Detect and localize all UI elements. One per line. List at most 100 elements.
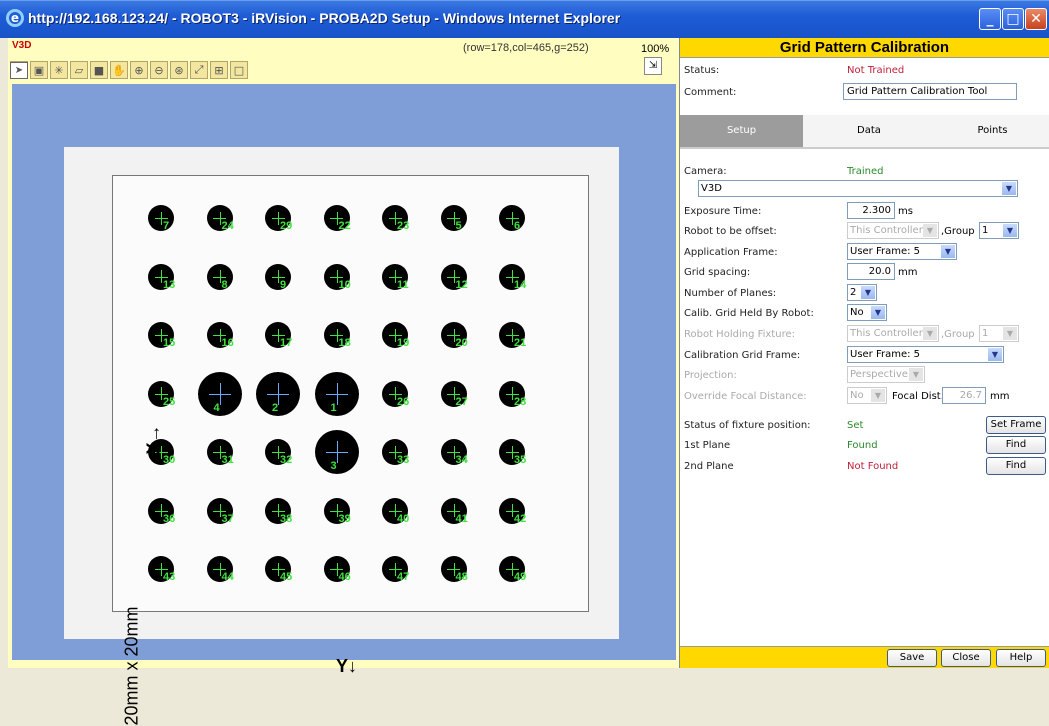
find-plane1-button[interactable]: Find	[986, 436, 1046, 454]
chevron-down-icon: ▼	[871, 389, 885, 402]
camera-select[interactable]: V3D ▼	[698, 180, 1018, 197]
exposure-label: Exposure Time:	[684, 206, 762, 217]
calibration-dot	[148, 205, 174, 231]
dot-number: 25	[163, 395, 176, 408]
dot-number: 34	[455, 454, 468, 466]
dot-number: 10	[338, 278, 351, 291]
tab-data[interactable]: Data	[803, 115, 935, 147]
zoom-region-icon[interactable]: ⊛	[170, 61, 188, 79]
projection-label: Projection:	[684, 370, 737, 381]
dot-number: 40	[397, 512, 410, 525]
y-axis-label: Y↓	[336, 656, 358, 676]
blank-icon[interactable]: □	[230, 61, 248, 79]
dot-number: 5	[455, 220, 462, 232]
planes-select[interactable]: 2 ▼	[847, 284, 877, 301]
cursor-coordinates: (row=178,col=465,g=252)	[463, 42, 589, 54]
robot-offset-select[interactable]: This Controller ▼	[847, 222, 939, 239]
fixture-status-label: Status of fixture position:	[684, 420, 811, 431]
fit-icon[interactable]: ⤢	[190, 61, 208, 79]
dot-number: 29	[280, 220, 293, 232]
crosshair-icon	[499, 205, 525, 231]
dot-number: 21	[514, 337, 527, 349]
close-window-button[interactable]: ✕	[1025, 8, 1047, 30]
flash-icon[interactable]: ✳	[50, 61, 68, 79]
dot-number: 24	[221, 220, 234, 232]
dot-number: 31	[221, 454, 234, 466]
zoom-level: 100%	[641, 43, 670, 55]
held-by-robot-select[interactable]: No ▼	[847, 304, 887, 321]
tab-bar: Setup Data Points	[680, 115, 1049, 149]
crosshair-icon	[265, 264, 291, 290]
pan-hand-icon[interactable]: ✋	[110, 61, 128, 79]
save-icon[interactable]: ■	[90, 61, 108, 79]
dot-number: 6	[514, 220, 521, 232]
minimize-button[interactable]: _	[979, 8, 1001, 30]
group-select[interactable]: 1 ▼	[979, 222, 1019, 239]
camera-image-area[interactable]: 7 24 29 22 23 5 6 13 8 9 10 11 12 14 15 16 17 18 19 20 21 25 4…	[12, 84, 676, 726]
chevron-down-icon: ▼	[923, 224, 937, 237]
dot-number: 37	[221, 512, 234, 525]
plane2-status: Not Found	[847, 461, 899, 472]
dot-number: 20	[455, 337, 468, 349]
chevron-down-icon: ▼	[909, 368, 923, 381]
zoom-in-icon[interactable]: ⊕	[130, 61, 148, 79]
calibration-dot	[265, 263, 291, 290]
projection-select[interactable]: Perspective ▼	[847, 366, 925, 383]
dot-number: 28	[514, 395, 527, 408]
set-frame-button[interactable]: Set Frame	[986, 416, 1046, 434]
focal-dist-field[interactable]: 26.7	[942, 387, 986, 404]
pointer-icon[interactable]: ➤	[10, 61, 28, 79]
dot-number: 22	[338, 220, 351, 232]
live-icon[interactable]: ▣	[30, 61, 48, 79]
tab-points[interactable]: Points	[935, 115, 1049, 147]
exposure-field[interactable]: 2.300	[847, 202, 895, 219]
calibration-dot	[206, 263, 233, 290]
override-focal-label: Override Focal Distance:	[684, 391, 807, 402]
chevron-down-icon: ▼	[861, 286, 875, 299]
dot-number: 41	[455, 512, 468, 525]
plane2-label: 2nd Plane	[684, 461, 734, 472]
open-folder-icon[interactable]: ▱	[70, 61, 88, 79]
dot-number: 17	[280, 337, 293, 349]
dot-number: 11	[397, 278, 409, 291]
find-plane2-button[interactable]: Find	[986, 457, 1046, 475]
holding-group-select[interactable]: 1 ▼	[979, 325, 1019, 342]
dot-number: 18	[338, 337, 351, 349]
title-bar: e http://192.168.123.24/ - ROBOT3 - iRVi…	[0, 0, 1049, 38]
dot-number: 23	[397, 220, 410, 232]
tab-setup[interactable]: Setup	[680, 115, 803, 147]
focal-dist-label: Focal Dist.:	[892, 391, 948, 402]
dot-number: 16	[221, 337, 234, 349]
override-focal-select[interactable]: No ▼	[847, 387, 887, 404]
dot-number: 44	[221, 571, 234, 583]
chevron-down-icon: ▼	[1002, 182, 1016, 195]
chevron-down-icon: ▼	[1003, 224, 1017, 237]
close-button[interactable]: Close	[941, 649, 991, 667]
dot-grid: 7 24 29 22 23 5 6 13 8 9 10 11 12 14 15 16 17 18 19 20 21 25 4…	[112, 175, 589, 612]
fixture-status-value: Set	[847, 420, 864, 431]
dot-number: 8	[221, 278, 228, 291]
holding-fixture-select[interactable]: This Controller ▼	[847, 325, 939, 342]
focal-dist-unit: mm	[990, 391, 1010, 402]
maximize-button[interactable]: □	[1002, 8, 1024, 30]
dot-number: 15	[163, 337, 176, 349]
grid-spacing-field[interactable]: 20.0	[847, 263, 895, 280]
fit-window-icon[interactable]: ⇲	[644, 57, 662, 75]
chevron-down-icon: ▼	[871, 306, 885, 319]
dot-number: 12	[455, 278, 468, 291]
cal-frame-label: Calibration Grid Frame:	[684, 350, 801, 361]
zoom-out-icon[interactable]: ⊖	[150, 61, 168, 79]
cal-frame-select[interactable]: User Frame: 5 ▼	[847, 346, 1004, 363]
crosshair-icon	[207, 264, 233, 290]
chevron-down-icon: ▼	[941, 245, 955, 258]
planes-label: Number of Planes:	[684, 288, 777, 299]
holding-group-label: ,Group	[941, 329, 975, 340]
grid-icon[interactable]: ⊞	[210, 61, 228, 79]
viewer-camera-title: V3D	[12, 40, 32, 51]
help-button[interactable]: Help	[996, 649, 1046, 667]
save-button[interactable]: Save	[887, 649, 937, 667]
x-axis-label: X→	[143, 424, 164, 455]
app-frame-select[interactable]: User Frame: 5 ▼	[847, 243, 957, 260]
comment-field[interactable]: Grid Pattern Calibration Tool	[843, 83, 1017, 100]
app-frame-label: Application Frame:	[684, 247, 778, 258]
